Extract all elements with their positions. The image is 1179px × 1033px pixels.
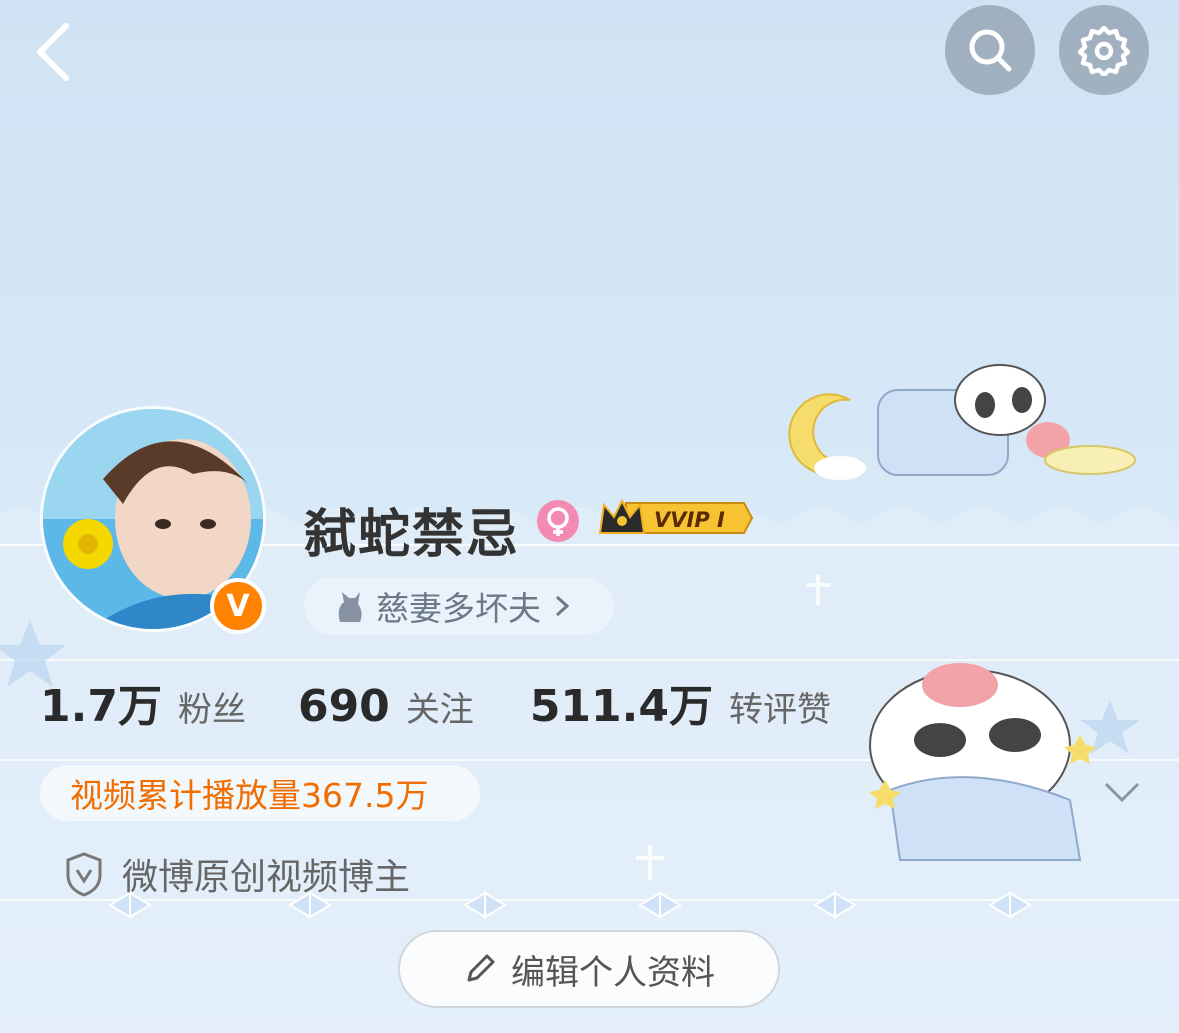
search-icon (969, 29, 1012, 72)
chevron-down-icon (1104, 782, 1140, 803)
stat-label: 关注 (405, 690, 474, 730)
stat-value: 1.7万 (40, 681, 162, 732)
stat-label: 粉丝 (177, 690, 246, 730)
back-arrow-icon (37, 23, 69, 81)
stats-row: 1.7万 粉丝 690 关注 511.4万 转评赞 (40, 670, 831, 740)
chevron-right-icon (555, 595, 570, 617)
stat-label: 转评赞 (729, 690, 831, 730)
shield-icon (66, 852, 102, 897)
stat-value: 511.4万 (529, 681, 713, 732)
search-button[interactable] (945, 5, 1035, 95)
creator-badge-text: 微博原创视频博主 (122, 857, 411, 898)
female-icon (537, 500, 579, 542)
verified-badge: V (210, 578, 266, 634)
stat-interactions[interactable]: 511.4万 转评赞 (530, 670, 831, 734)
expand-button[interactable] (1102, 778, 1142, 808)
cat-icon (338, 592, 362, 622)
svg-text:VVIP Ⅰ: VVIP Ⅰ (654, 508, 725, 532)
video-plays-text: 视频累计播放量367.5万 (70, 776, 429, 815)
stat-fans[interactable]: 1.7万 粉丝 (40, 670, 246, 734)
username: 弑蛇禁忌 (304, 505, 521, 565)
edit-profile-button[interactable]: 编辑个人资料 (398, 930, 780, 1008)
video-plays-pill[interactable]: 视频累计播放量367.5万 (40, 765, 480, 821)
gear-icon (1078, 25, 1130, 76)
stat-following[interactable]: 690 关注 (298, 681, 474, 732)
back-button[interactable] (30, 18, 80, 88)
tag-text: 慈妻多坏夫 (376, 589, 541, 628)
pencil-icon (467, 954, 495, 982)
stat-value: 690 (297, 681, 390, 732)
creator-badge[interactable]: 微博原创视频博主 (64, 848, 410, 900)
tag-pill[interactable]: 慈妻多坏夫 (304, 577, 614, 635)
vvip-badge[interactable]: VVIP Ⅰ (596, 497, 754, 539)
edit-profile-label: 编辑个人资料 (511, 952, 715, 993)
settings-button[interactable] (1059, 5, 1149, 95)
